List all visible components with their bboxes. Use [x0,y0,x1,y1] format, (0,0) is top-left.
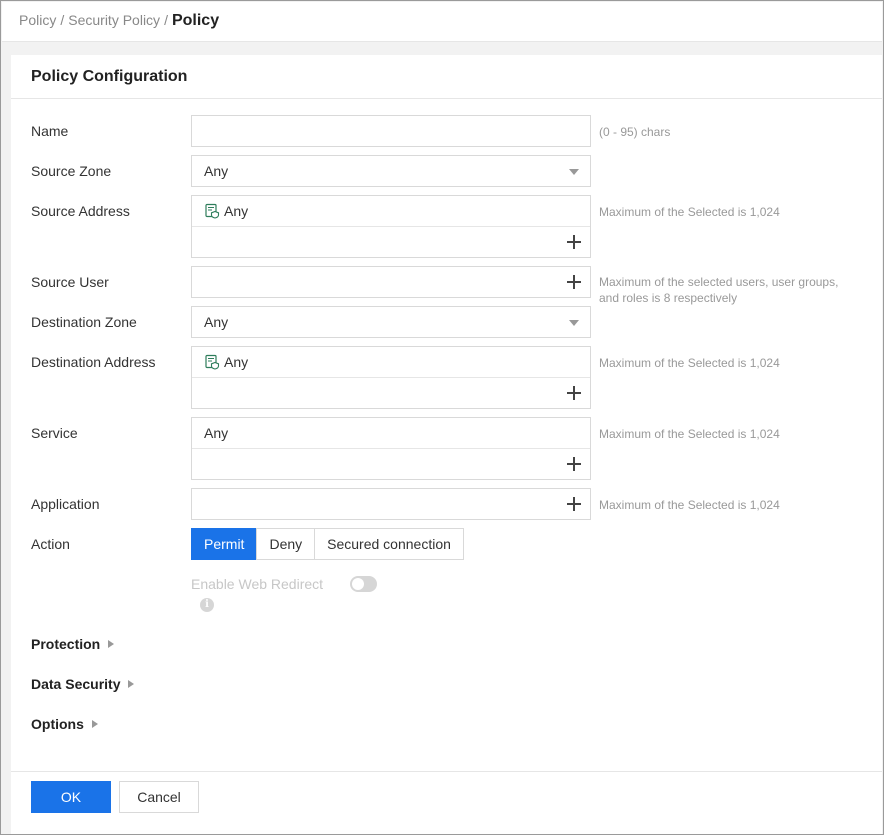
source-user-label: Source User [31,274,109,290]
service-label: Service [31,425,78,441]
section-options[interactable]: Options [31,716,98,732]
source-user-field [191,266,591,298]
address-object-icon [205,354,220,370]
info-icon[interactable]: i [200,598,214,612]
source-zone-label: Source Zone [31,163,112,179]
add-source-user-icon[interactable] [567,275,581,289]
action-label: Action [31,536,70,552]
add-source-address-icon[interactable] [567,235,581,249]
section-options-label: Options [31,716,84,732]
breadcrumb-item-security-policy[interactable]: Security Policy [68,12,160,28]
divider [11,98,882,99]
source-address-hint: Maximum of the Selected is 1,024 [599,205,780,219]
source-user-hint: Maximum of the selected users, user grou… [599,275,839,305]
destination-address-selected-row: Any [192,347,590,378]
address-object-icon [205,203,220,219]
application-hint: Maximum of the Selected is 1,024 [599,498,780,512]
section-protection-label: Protection [31,636,101,652]
service-hint: Maximum of the Selected is 1,024 [599,427,780,441]
web-redirect-toggle[interactable] [350,576,377,592]
destination-address-tag[interactable]: Any [204,354,248,370]
chevron-down-icon [569,169,579,175]
destination-address-label: Destination Address [31,354,156,370]
app-window: Policy / Security Policy / Policy Policy Con… [0,0,884,835]
destination-zone-select[interactable]: Any [191,306,591,338]
section-protection[interactable]: Protection [31,636,115,652]
destination-zone-label: Destination Zone [31,314,137,330]
destination-address-field: Any [191,346,591,409]
breadcrumb-item-policy[interactable]: Policy [19,12,56,28]
enable-web-redirect-label: Enable Web Redirect [191,576,324,592]
destination-zone-value: Any [204,314,229,330]
service-selected-row: Any [192,418,590,449]
add-destination-address-icon[interactable] [567,386,581,400]
action-permit-button[interactable]: Permit [191,528,258,560]
action-segmented-control: Permit Deny Secured connection [191,528,464,560]
breadcrumb: Policy / Security Policy / Policy [19,12,219,30]
service-tag[interactable]: Any [204,425,228,441]
header-bar: Policy / Security Policy / Policy [2,2,882,42]
chevron-down-icon [569,320,579,326]
action-secured-connection-button[interactable]: Secured connection [314,528,464,560]
service-field: Any [191,417,591,480]
source-zone-select[interactable]: Any [191,155,591,187]
action-deny-button[interactable]: Deny [256,528,316,560]
source-address-label: Source Address [31,203,130,219]
breadcrumb-separator: / [60,12,65,28]
caret-right-icon [108,640,115,648]
caret-right-icon [128,680,135,688]
caret-right-icon [91,720,98,728]
cancel-button[interactable]: Cancel [119,781,199,813]
breadcrumb-current: Policy [171,12,220,29]
name-input[interactable] [192,116,590,146]
source-zone-value: Any [204,163,229,179]
source-address-tag-label: Any [224,203,249,219]
section-data-security[interactable]: Data Security [31,676,135,692]
section-data-security-label: Data Security [31,676,121,692]
application-label: Application [31,496,100,512]
source-address-field: Any [191,195,591,258]
add-application-icon[interactable] [567,497,581,511]
policy-configuration-panel: Policy Configuration Name (0 - 95) chars… [11,55,882,834]
divider [11,771,882,772]
breadcrumb-separator: / [164,12,168,28]
name-label: Name [31,123,69,139]
application-field [191,488,591,520]
panel-title: Policy Configuration [31,68,188,85]
source-address-tag[interactable]: Any [204,203,248,219]
destination-address-tag-label: Any [224,354,249,370]
source-address-selected-row: Any [192,196,590,227]
destination-address-hint: Maximum of the Selected is 1,024 [599,356,780,370]
ok-button[interactable]: OK [31,781,111,813]
name-field-box [191,115,591,147]
name-hint: (0 - 95) chars [599,125,671,139]
add-service-icon[interactable] [567,457,581,471]
